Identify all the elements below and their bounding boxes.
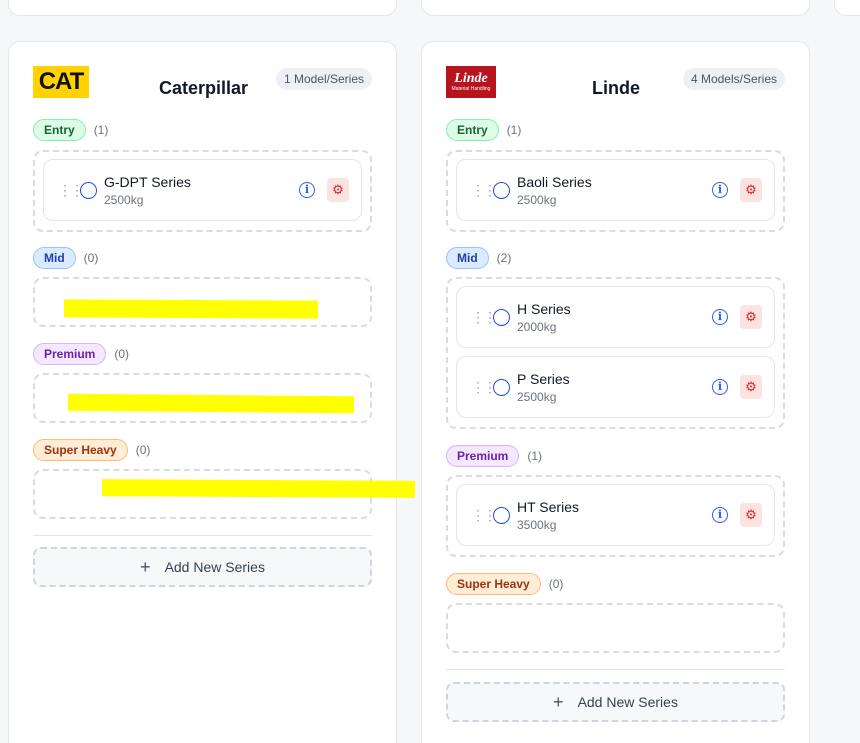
model-count-badge: 4 Models/Series xyxy=(682,68,785,90)
series-name: G-DPT Series xyxy=(104,174,191,190)
tier-header-entry: Entry (1) xyxy=(446,119,521,141)
series-capacity: 3500kg xyxy=(517,518,557,532)
tier-header-super-heavy: Super Heavy (0) xyxy=(33,439,150,461)
tier-count: (1) xyxy=(93,123,109,137)
tier-header-super-heavy: Super Heavy (0) xyxy=(446,573,563,595)
gear-icon[interactable]: ⚙ xyxy=(327,178,349,202)
add-series-label: Add New Series xyxy=(577,694,678,710)
partial-card-top-1 xyxy=(8,0,397,16)
series-capacity: 2500kg xyxy=(517,390,557,404)
select-radio[interactable] xyxy=(80,182,97,199)
brand-card-caterpillar: CAT Caterpillar 1 Model/Series Entry (1)… xyxy=(8,41,397,743)
series-item[interactable]: ⋮⋮ HT Series 3500kg i ⚙ xyxy=(456,484,775,546)
info-icon[interactable]: i xyxy=(712,379,728,395)
tier-badge-super-heavy: Super Heavy xyxy=(446,573,541,595)
dropzone-mid[interactable]: ⋮⋮ H Series 2000kg i ⚙ ⋮⋮ P Series 2500k… xyxy=(446,277,785,429)
series-capacity: 2000kg xyxy=(517,320,557,334)
series-item[interactable]: ⋮⋮ P Series 2500kg i ⚙ xyxy=(456,356,775,418)
brand-logo: CAT xyxy=(33,66,89,98)
dropzone-entry[interactable]: ⋮⋮ G-DPT Series 2500kg i ⚙ xyxy=(33,150,372,232)
divider xyxy=(446,669,785,670)
tier-header-mid: Mid (0) xyxy=(33,247,98,269)
tier-count: (0) xyxy=(135,443,151,457)
tier-badge-premium: Premium xyxy=(33,343,107,365)
partial-card-top-2 xyxy=(421,0,810,16)
gear-icon[interactable]: ⚙ xyxy=(740,503,762,527)
linde-logo-subtext: Material Handling xyxy=(451,85,491,92)
highlight-mark xyxy=(101,479,416,498)
linde-logo: Linde Material Handling xyxy=(446,66,496,98)
add-new-series-button[interactable]: + Add New Series xyxy=(446,682,785,722)
select-radio[interactable] xyxy=(493,379,510,396)
model-count-badge: 1 Model/Series xyxy=(275,68,372,90)
tier-header-premium: Premium (0) xyxy=(33,343,129,365)
brand-logo: Linde Material Handling xyxy=(446,66,496,98)
series-name: H Series xyxy=(517,301,571,317)
series-name: P Series xyxy=(517,371,570,387)
brand-card-linde: Linde Material Handling Linde 4 Models/S… xyxy=(421,41,810,743)
select-radio[interactable] xyxy=(493,309,510,326)
dropzone-super-heavy[interactable] xyxy=(446,603,785,653)
drag-handle-icon[interactable]: ⋮⋮ xyxy=(471,182,497,198)
highlight-mark xyxy=(63,299,319,319)
tier-count: (0) xyxy=(114,347,130,361)
tier-badge-mid: Mid xyxy=(33,247,76,269)
tier-header-mid: Mid (2) xyxy=(446,247,511,269)
tier-badge-premium: Premium xyxy=(446,445,520,467)
dropzone-entry[interactable]: ⋮⋮ Baoli Series 2500kg i ⚙ xyxy=(446,150,785,232)
info-icon[interactable]: i xyxy=(712,507,728,523)
divider xyxy=(33,535,372,536)
drag-handle-icon[interactable]: ⋮⋮ xyxy=(471,507,497,523)
brand-name: Linde xyxy=(592,78,640,98)
select-radio[interactable] xyxy=(493,182,510,199)
series-capacity: 2500kg xyxy=(517,193,557,207)
series-capacity: 2500kg xyxy=(104,193,144,207)
plus-icon: + xyxy=(140,556,151,577)
info-icon[interactable]: i xyxy=(712,182,728,198)
tier-badge-super-heavy: Super Heavy xyxy=(33,439,128,461)
dropzone-premium[interactable]: ⋮⋮ HT Series 3500kg i ⚙ xyxy=(446,475,785,557)
brand-name: Caterpillar xyxy=(159,78,249,98)
tier-badge-entry: Entry xyxy=(446,119,499,141)
tier-header-entry: Entry (1) xyxy=(33,119,108,141)
tier-count: (1) xyxy=(527,449,543,463)
add-new-series-button[interactable]: + Add New Series xyxy=(33,547,372,587)
drag-handle-icon[interactable]: ⋮⋮ xyxy=(471,309,497,325)
series-item[interactable]: ⋮⋮ H Series 2000kg i ⚙ xyxy=(456,286,775,348)
tier-badge-mid: Mid xyxy=(446,247,489,269)
info-icon[interactable]: i xyxy=(299,182,315,198)
partial-card-top-3 xyxy=(834,0,860,16)
tier-badge-entry: Entry xyxy=(33,119,86,141)
info-icon[interactable]: i xyxy=(712,309,728,325)
gear-icon[interactable]: ⚙ xyxy=(740,375,762,399)
drag-handle-icon[interactable]: ⋮⋮ xyxy=(58,182,84,198)
tier-header-premium: Premium (1) xyxy=(446,445,542,467)
gear-icon[interactable]: ⚙ xyxy=(740,178,762,202)
series-name: Baoli Series xyxy=(517,174,592,190)
drag-handle-icon[interactable]: ⋮⋮ xyxy=(471,379,497,395)
highlight-mark xyxy=(67,393,355,414)
linde-logo-text: Linde xyxy=(454,70,488,86)
tier-count: (1) xyxy=(506,123,522,137)
series-item[interactable]: ⋮⋮ G-DPT Series 2500kg i ⚙ xyxy=(43,159,362,221)
cat-logo: CAT xyxy=(33,66,89,98)
series-item[interactable]: ⋮⋮ Baoli Series 2500kg i ⚙ xyxy=(456,159,775,221)
gear-icon[interactable]: ⚙ xyxy=(740,305,762,329)
select-radio[interactable] xyxy=(493,507,510,524)
plus-icon: + xyxy=(553,691,564,712)
series-name: HT Series xyxy=(517,499,579,515)
tier-count: (0) xyxy=(83,251,99,265)
tier-count: (0) xyxy=(548,577,564,591)
tier-count: (2) xyxy=(496,251,512,265)
add-series-label: Add New Series xyxy=(164,559,265,575)
